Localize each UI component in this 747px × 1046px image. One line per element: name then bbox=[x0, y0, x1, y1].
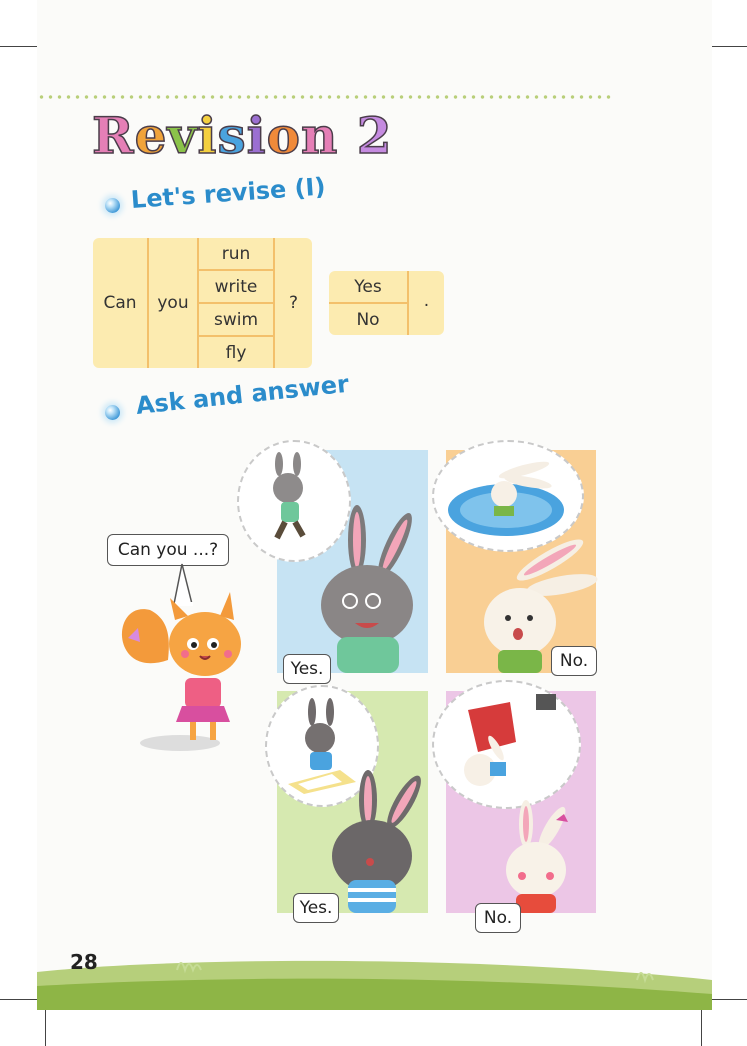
speech-bubble-yes: Yes. bbox=[293, 893, 339, 923]
crop-mark bbox=[710, 999, 747, 1000]
title-letter: i bbox=[246, 105, 267, 166]
table-cell-you: you bbox=[157, 293, 189, 313]
section-bullet-icon bbox=[105, 405, 120, 420]
table-cell-can: Can bbox=[103, 293, 137, 313]
section-bullet-icon bbox=[105, 198, 120, 213]
table-cell-verb: swim bbox=[213, 310, 259, 330]
crop-mark bbox=[701, 1010, 702, 1046]
answer-table: Yes No . bbox=[329, 271, 444, 335]
rabbit-swimming-thought-illustration bbox=[448, 461, 564, 536]
title-letter: n bbox=[300, 105, 339, 166]
title-letter: e bbox=[134, 105, 168, 166]
table-cell-verb: write bbox=[214, 277, 258, 297]
table-cell-no: No bbox=[356, 310, 380, 330]
grass-decoration bbox=[37, 960, 712, 1010]
crop-mark bbox=[0, 999, 38, 1000]
table-cell-yes: Yes bbox=[354, 277, 382, 297]
speech-bubble-no: No. bbox=[475, 903, 521, 933]
page-title: Revision 2 bbox=[91, 105, 393, 166]
crop-mark bbox=[0, 46, 38, 47]
rabbit-falling-thought-illustration bbox=[464, 694, 556, 786]
title-letter: R bbox=[91, 105, 135, 166]
crop-mark bbox=[45, 1010, 46, 1046]
title-letter: s bbox=[217, 105, 247, 166]
rabbit-teacher-illustration bbox=[321, 505, 413, 673]
speech-bubble-no: No. bbox=[551, 646, 597, 676]
title-letter: v bbox=[167, 105, 198, 166]
table-cell-verb: run bbox=[221, 244, 251, 264]
dotted-divider bbox=[37, 95, 612, 99]
title-letter: i bbox=[197, 105, 218, 166]
crop-mark bbox=[710, 46, 747, 47]
speech-bubble-yes: Yes. bbox=[283, 654, 331, 684]
table-cell-question-mark: ? bbox=[288, 293, 299, 313]
title-letter: 2 bbox=[356, 105, 393, 166]
rabbit-girl-blushing-illustration bbox=[506, 800, 568, 913]
title-letter: o bbox=[266, 105, 301, 166]
revise-table: Can you run write swim fly ? bbox=[93, 238, 312, 368]
table-cell-verb: fly bbox=[225, 343, 247, 363]
title-letter bbox=[338, 106, 356, 165]
squirrel-illustration bbox=[121, 563, 241, 751]
table-cell-period: . bbox=[423, 291, 430, 311]
rabbit-running-thought-illustration bbox=[273, 452, 306, 540]
page-number: 28 bbox=[70, 950, 98, 974]
rabbit-boy-illustration bbox=[332, 770, 421, 913]
